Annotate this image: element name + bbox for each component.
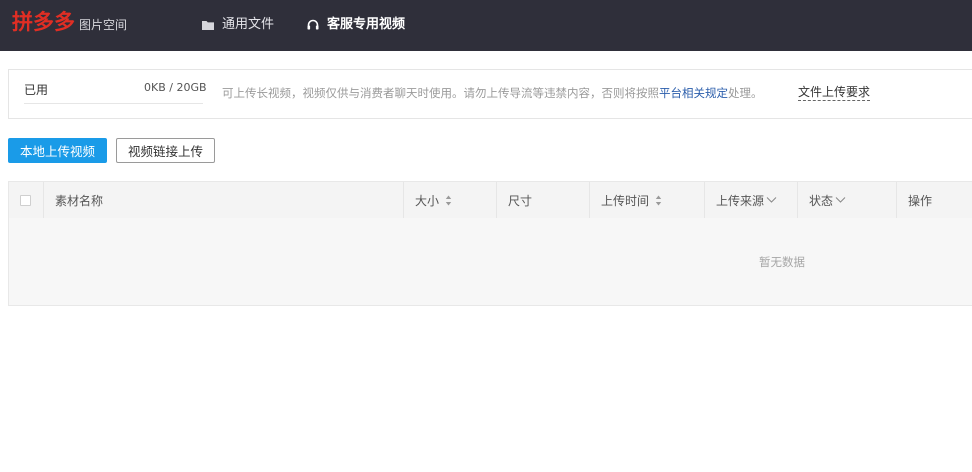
column-header-status[interactable]: 状态 — [797, 182, 896, 218]
nav-service-videos-label: 客服专用视频 — [327, 17, 406, 32]
column-header-dimensions: 尺寸 — [496, 182, 589, 218]
chevron-down-icon[interactable] — [835, 196, 846, 204]
column-label-status: 状态 — [809, 193, 834, 208]
sort-icon[interactable] — [655, 195, 662, 206]
column-label-actions: 操作 — [908, 193, 933, 208]
column-header-upload-time[interactable]: 上传时间 — [589, 182, 704, 218]
select-all-checkbox[interactable] — [20, 194, 31, 206]
storage-used-label: 已用 — [24, 83, 49, 97]
upload-notice-prefix: 可上传长视频，视频仅供与消费者聊天时使用。请勿上传导流等违禁内容，否则将按照 — [222, 86, 659, 100]
upload-notice: 可上传长视频，视频仅供与消费者聊天时使用。请勿上传导流等违禁内容，否则将按照平台… — [222, 85, 763, 101]
nav-general-files-label: 通用文件 — [222, 17, 275, 32]
headset-icon — [307, 19, 319, 30]
brand[interactable]: 拼多多 图片空间 — [12, 10, 127, 34]
column-header-size[interactable]: 大小 — [403, 182, 496, 218]
column-header-actions: 操作 — [896, 182, 972, 218]
image-space-title: 图片空间 — [79, 18, 128, 32]
sort-icon[interactable] — [445, 195, 452, 206]
platform-rules-link[interactable]: 平台相关规定 — [659, 86, 728, 100]
top-navigation-bar: 拼多多 图片空间 通用文件 客服专用视频 — [0, 0, 972, 51]
nav-service-videos[interactable]: 客服专用视频 — [306, 15, 405, 35]
local-upload-video-button[interactable]: 本地上传视频 — [8, 138, 107, 163]
chevron-down-icon[interactable] — [766, 196, 777, 204]
column-label-name: 素材名称 — [55, 193, 104, 208]
nav-general-files[interactable]: 通用文件 — [201, 15, 274, 35]
table-header: 素材名称 大小 尺寸 上传时间 上传来源 状态 操作 — [9, 182, 972, 218]
column-header-upload-source[interactable]: 上传来源 — [704, 182, 797, 218]
column-label-dimensions: 尺寸 — [508, 193, 533, 208]
storage-used-value: 0KB / 20GB — [144, 81, 207, 94]
storage-usage-panel: 已用 0KB / 20GB 可上传长视频，视频仅供与消费者聊天时使用。请勿上传导… — [8, 69, 972, 119]
folder-icon — [202, 21, 214, 30]
empty-state-text: 暂无数据 — [759, 255, 805, 269]
video-table: 素材名称 大小 尺寸 上传时间 上传来源 状态 操作 暂无数据 — [8, 181, 972, 306]
upload-notice-suffix: 处理。 — [728, 86, 763, 100]
column-label-upload-time: 上传时间 — [601, 193, 650, 208]
select-all-cell — [9, 182, 43, 218]
column-header-name: 素材名称 — [43, 182, 403, 218]
column-label-upload-source: 上传来源 — [716, 193, 765, 208]
upload-requirements-link[interactable]: 文件上传要求 — [798, 85, 871, 101]
column-label-size: 大小 — [415, 193, 440, 208]
video-link-upload-button[interactable]: 视频链接上传 — [116, 138, 215, 163]
storage-progress-bar — [24, 103, 203, 104]
pinduoduo-logo: 拼多多 — [12, 10, 75, 34]
